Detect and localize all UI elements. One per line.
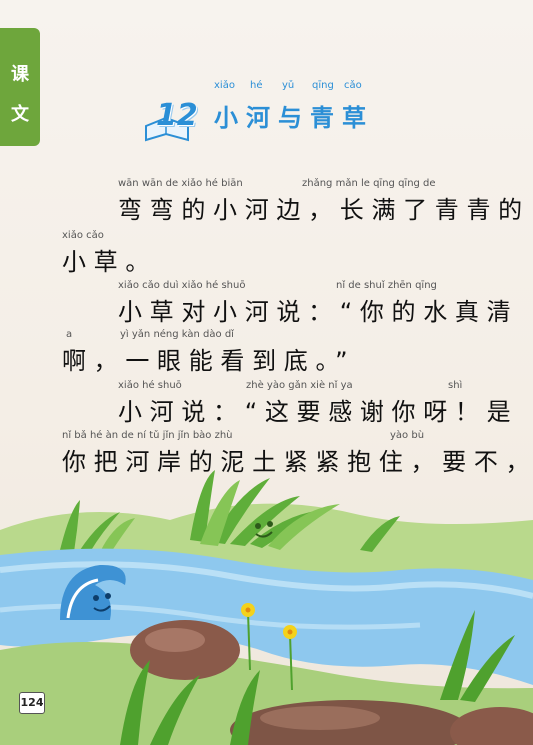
pinyin-line: zhǎng mǎn le qīng qīng de (302, 178, 436, 189)
section-tab: 课 文 (0, 28, 40, 146)
pinyin-line: xiǎo hé shuō (118, 380, 182, 391)
text-line: 弯弯的小河边，长满了青青的 (118, 196, 530, 224)
pinyin-line: nǐ de shuǐ zhēn qīng (336, 280, 437, 291)
title-char: 青 (310, 104, 334, 132)
title-pinyin: qīng (312, 80, 334, 91)
section-tab-char: 课 (11, 64, 29, 85)
pinyin-line: yào bù (390, 430, 425, 441)
pinyin-line: yì yǎn néng kàn dào dǐ (120, 329, 234, 340)
lesson-number: 12 (156, 98, 198, 133)
title-pinyin: xiǎo (214, 80, 235, 91)
pinyin-line: a (66, 329, 73, 340)
title-pinyin: cǎo (344, 80, 362, 91)
pinyin-line: zhè yào gǎn xiè nǐ ya (246, 380, 353, 391)
pinyin-line: shì (448, 380, 463, 391)
title-pinyin: hé (250, 80, 263, 91)
text-line: 小河说：“这要感谢你呀！是 (118, 398, 519, 426)
pinyin-line: nǐ bǎ hé àn de ní tǔ jǐn jǐn bào zhù (62, 430, 233, 441)
page-number: 124 (19, 692, 45, 714)
title-char: 河 (246, 104, 270, 132)
title-char: 小 (214, 104, 238, 132)
title-char: 草 (342, 104, 366, 132)
river-illustration (0, 470, 533, 745)
pinyin-line: xiǎo cǎo duì xiǎo hé shuō (118, 280, 246, 291)
pinyin-line: wān wān de xiǎo hé biān (118, 178, 243, 189)
title-char: 与 (278, 104, 302, 132)
section-tab-char: 文 (11, 104, 29, 125)
pinyin-line: xiǎo cǎo (62, 230, 104, 241)
text-line: 啊，一眼能看到底。” (62, 347, 356, 375)
title-pinyin: yǔ (282, 80, 295, 91)
text-line: 小草。 (62, 248, 158, 276)
lesson-title: 12 xiǎo hé yǔ qīng cǎo 小 河 与 青 草 (142, 80, 402, 150)
text-line: 小草对小河说：“你的水真清 (118, 298, 519, 326)
